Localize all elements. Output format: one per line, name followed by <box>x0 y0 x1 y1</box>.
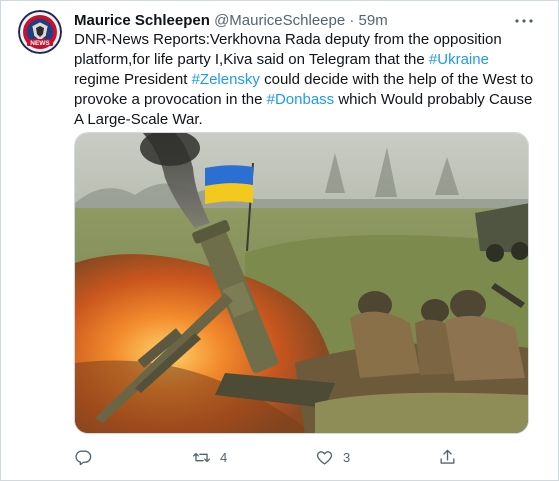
author-name[interactable]: Maurice Schleepen <box>74 12 210 29</box>
retweet-button[interactable]: 4 <box>192 445 227 469</box>
hashtag-donbass-link[interactable]: #Donbass <box>267 91 335 108</box>
separator-dot: · <box>349 12 355 29</box>
heart-icon <box>316 450 333 465</box>
tweet-card[interactable]: NEWS Maurice Schleepen @MauriceSchleepe … <box>0 0 559 481</box>
hashtag-ukraine-link[interactable]: #Ukraine <box>429 51 489 68</box>
dnr-news-logo-icon: NEWS <box>18 10 62 54</box>
photo-soldiers-mortar-image <box>75 133 528 433</box>
tweet-actions: 4 3 <box>74 445 474 469</box>
reply-icon <box>75 449 92 465</box>
hashtag-zelensky-link[interactable]: #Zelensky <box>192 71 260 88</box>
like-button[interactable]: 3 <box>315 445 350 469</box>
tweet-text-segment: regime President <box>74 71 192 88</box>
share-icon <box>440 449 455 464</box>
author-handle[interactable]: @MauriceSchleepe <box>214 12 345 29</box>
retweet-count: 4 <box>220 449 228 465</box>
tweet-header: Maurice Schleepen @MauriceSchleepe · 59m <box>74 11 538 31</box>
tweet-photo[interactable] <box>74 132 529 434</box>
like-count: 3 <box>343 449 351 465</box>
avatar[interactable]: NEWS <box>18 10 62 54</box>
tweet-timestamp[interactable]: 59m <box>359 12 388 29</box>
tweet-text: DNR-News Reports:Verkhovna Rada deputy f… <box>74 30 534 130</box>
reply-button[interactable] <box>74 445 102 469</box>
avatar-text: NEWS <box>30 40 50 47</box>
retweet-icon <box>192 452 211 462</box>
share-button[interactable] <box>438 445 466 469</box>
